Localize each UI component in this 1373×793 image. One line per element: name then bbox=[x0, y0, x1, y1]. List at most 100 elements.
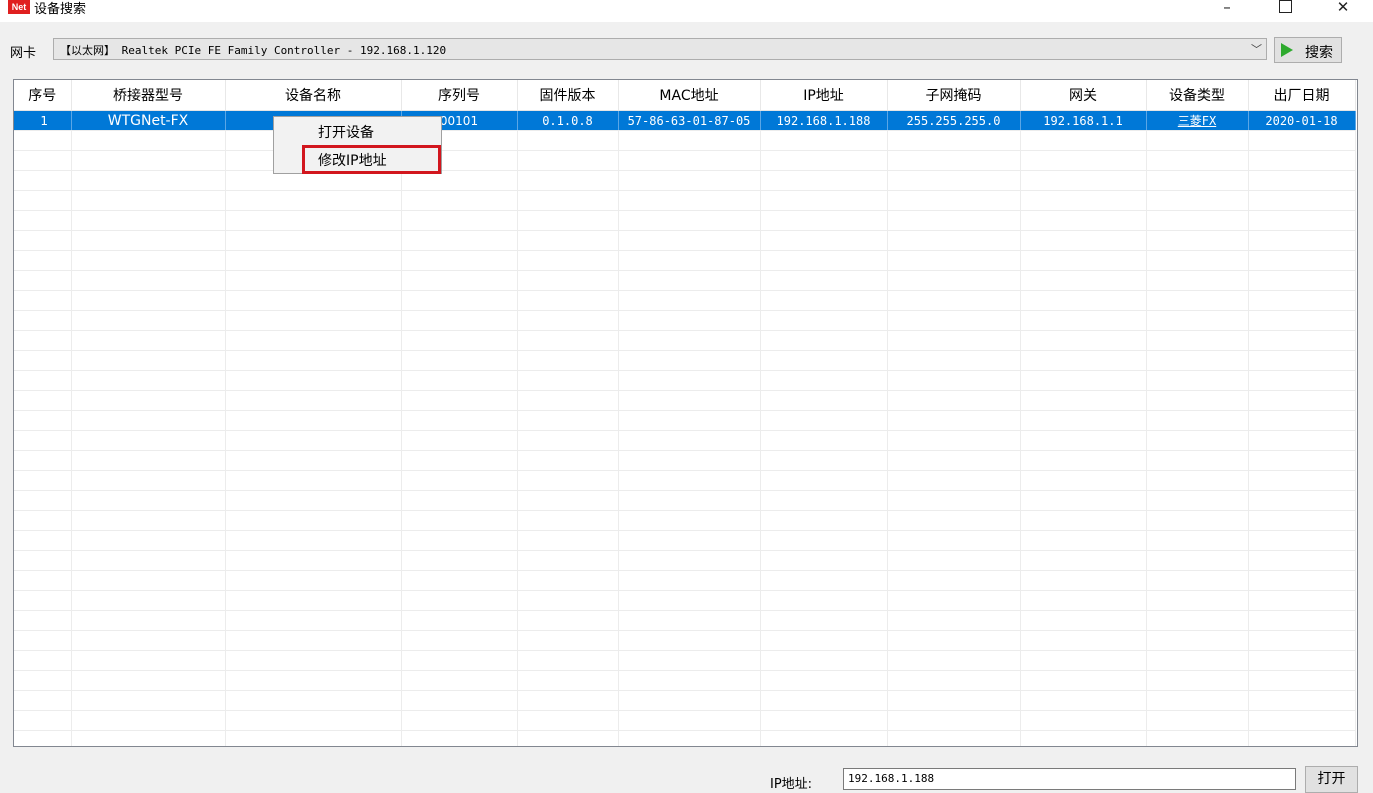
column-header-subnet[interactable]: 子网掩码 bbox=[887, 80, 1021, 111]
table-cell-empty bbox=[401, 430, 518, 451]
table-row-empty[interactable] bbox=[14, 590, 1356, 611]
table-cell-empty bbox=[517, 410, 619, 431]
table-cell-empty bbox=[14, 170, 72, 191]
table-cell-empty bbox=[1146, 430, 1249, 451]
table-cell-empty bbox=[1020, 590, 1147, 611]
maximize-button[interactable] bbox=[1262, 0, 1308, 22]
table-row-empty[interactable] bbox=[14, 170, 1356, 191]
table-row-empty[interactable] bbox=[14, 250, 1356, 271]
table-cell: 57-86-63-01-87-05 bbox=[618, 110, 761, 131]
table-cell-empty bbox=[517, 730, 619, 746]
column-header-ip[interactable]: IP地址 bbox=[760, 80, 888, 111]
table-cell-empty bbox=[618, 610, 761, 631]
table-cell-empty bbox=[225, 230, 402, 251]
table-row-empty[interactable] bbox=[14, 710, 1356, 731]
table-cell-empty bbox=[71, 450, 226, 471]
table-cell-empty bbox=[225, 190, 402, 211]
table-cell-empty bbox=[14, 310, 72, 331]
chevron-down-icon[interactable]: ﹀ bbox=[1251, 41, 1262, 57]
table-cell-empty bbox=[401, 370, 518, 391]
table-row-empty[interactable] bbox=[14, 410, 1356, 431]
table-cell-empty bbox=[517, 230, 619, 251]
table-row-empty[interactable] bbox=[14, 530, 1356, 551]
table-cell-empty bbox=[517, 610, 619, 631]
table-cell-empty bbox=[887, 310, 1021, 331]
table-row-empty[interactable] bbox=[14, 330, 1356, 351]
table-cell-empty bbox=[517, 670, 619, 691]
table-row-empty[interactable] bbox=[14, 350, 1356, 371]
table-cell-empty bbox=[401, 630, 518, 651]
device-table[interactable]: 序号 桥接器型号 设备名称 序列号 固件版本 MAC地址 IP地址 子网掩码 网… bbox=[13, 79, 1358, 747]
nic-dropdown[interactable]: 【以太网】 Realtek PCIe FE Family Controller … bbox=[53, 38, 1267, 60]
table-row-empty[interactable] bbox=[14, 230, 1356, 251]
table-cell-empty bbox=[887, 550, 1021, 571]
ip-address-input[interactable]: 192.168.1.188 bbox=[843, 768, 1296, 790]
table-cell-empty bbox=[1020, 210, 1147, 231]
table-cell-empty bbox=[71, 590, 226, 611]
table-row-empty[interactable] bbox=[14, 150, 1356, 171]
column-header-device-name[interactable]: 设备名称 bbox=[225, 80, 402, 111]
table-cell-empty bbox=[517, 450, 619, 471]
column-header-index[interactable]: 序号 bbox=[14, 80, 72, 111]
table-row-empty[interactable] bbox=[14, 390, 1356, 411]
table-cell-empty bbox=[517, 130, 619, 151]
table-row-empty[interactable] bbox=[14, 510, 1356, 531]
minimize-button[interactable]: – bbox=[1204, 0, 1250, 22]
table-row-empty[interactable] bbox=[14, 370, 1356, 391]
open-button[interactable]: 打开 bbox=[1305, 766, 1358, 793]
table-cell-empty bbox=[517, 210, 619, 231]
table-row[interactable]: 1 WTGNet-FX 00101 0.1.0.8 57-86-63-01-87… bbox=[14, 110, 1356, 131]
table-cell-empty bbox=[225, 250, 402, 271]
nic-selected-value: 【以太网】 Realtek PCIe FE Family Controller … bbox=[60, 44, 447, 57]
table-cell-empty bbox=[517, 430, 619, 451]
table-cell-empty bbox=[225, 490, 402, 511]
table-cell-empty bbox=[1248, 310, 1356, 331]
table-row-empty[interactable] bbox=[14, 190, 1356, 211]
table-cell-empty bbox=[618, 310, 761, 331]
table-row-empty[interactable] bbox=[14, 470, 1356, 491]
table-row-empty[interactable] bbox=[14, 730, 1356, 746]
table-row-empty[interactable] bbox=[14, 450, 1356, 471]
table-cell-empty bbox=[1146, 570, 1249, 591]
table-row-empty[interactable] bbox=[14, 650, 1356, 671]
table-row-empty[interactable] bbox=[14, 570, 1356, 591]
column-header-device-type[interactable]: 设备类型 bbox=[1146, 80, 1249, 111]
table-row-empty[interactable] bbox=[14, 430, 1356, 451]
table-cell-empty bbox=[760, 390, 888, 411]
table-row-empty[interactable] bbox=[14, 210, 1356, 231]
table-cell-empty bbox=[1248, 690, 1356, 711]
table-cell-empty bbox=[225, 710, 402, 731]
table-cell-empty bbox=[225, 270, 402, 291]
table-row-empty[interactable] bbox=[14, 670, 1356, 691]
menu-item-open-device[interactable]: 打开设备 bbox=[318, 122, 374, 142]
table-cell-empty bbox=[1020, 550, 1147, 571]
table-cell-empty bbox=[517, 650, 619, 671]
table-cell-empty bbox=[1146, 190, 1249, 211]
search-button[interactable]: 搜索 bbox=[1274, 37, 1342, 63]
table-cell-empty bbox=[618, 530, 761, 551]
table-cell-empty bbox=[887, 250, 1021, 271]
table-cell-empty bbox=[1146, 370, 1249, 391]
column-header-mac[interactable]: MAC地址 bbox=[618, 80, 761, 111]
column-header-gateway[interactable]: 网关 bbox=[1020, 80, 1147, 111]
table-row-empty[interactable] bbox=[14, 690, 1356, 711]
column-header-serial[interactable]: 序列号 bbox=[401, 80, 518, 111]
column-header-bridge-model[interactable]: 桥接器型号 bbox=[71, 80, 226, 111]
table-row-empty[interactable] bbox=[14, 490, 1356, 511]
table-cell-empty bbox=[618, 670, 761, 691]
table-row-empty[interactable] bbox=[14, 310, 1356, 331]
table-row-empty[interactable] bbox=[14, 270, 1356, 291]
table-cell-empty bbox=[1146, 290, 1249, 311]
table-cell-empty bbox=[517, 330, 619, 351]
table-row-empty[interactable] bbox=[14, 290, 1356, 311]
column-header-factory-date[interactable]: 出厂日期 bbox=[1248, 80, 1356, 111]
table-row-empty[interactable] bbox=[14, 550, 1356, 571]
close-button[interactable]: ✕ bbox=[1320, 0, 1366, 22]
table-row-empty[interactable] bbox=[14, 130, 1356, 151]
table-cell-empty bbox=[517, 510, 619, 531]
table-row-empty[interactable] bbox=[14, 630, 1356, 651]
table-row-empty[interactable] bbox=[14, 610, 1356, 631]
table-cell-empty bbox=[1248, 670, 1356, 691]
table-cell-empty bbox=[887, 510, 1021, 531]
column-header-firmware[interactable]: 固件版本 bbox=[517, 80, 619, 111]
